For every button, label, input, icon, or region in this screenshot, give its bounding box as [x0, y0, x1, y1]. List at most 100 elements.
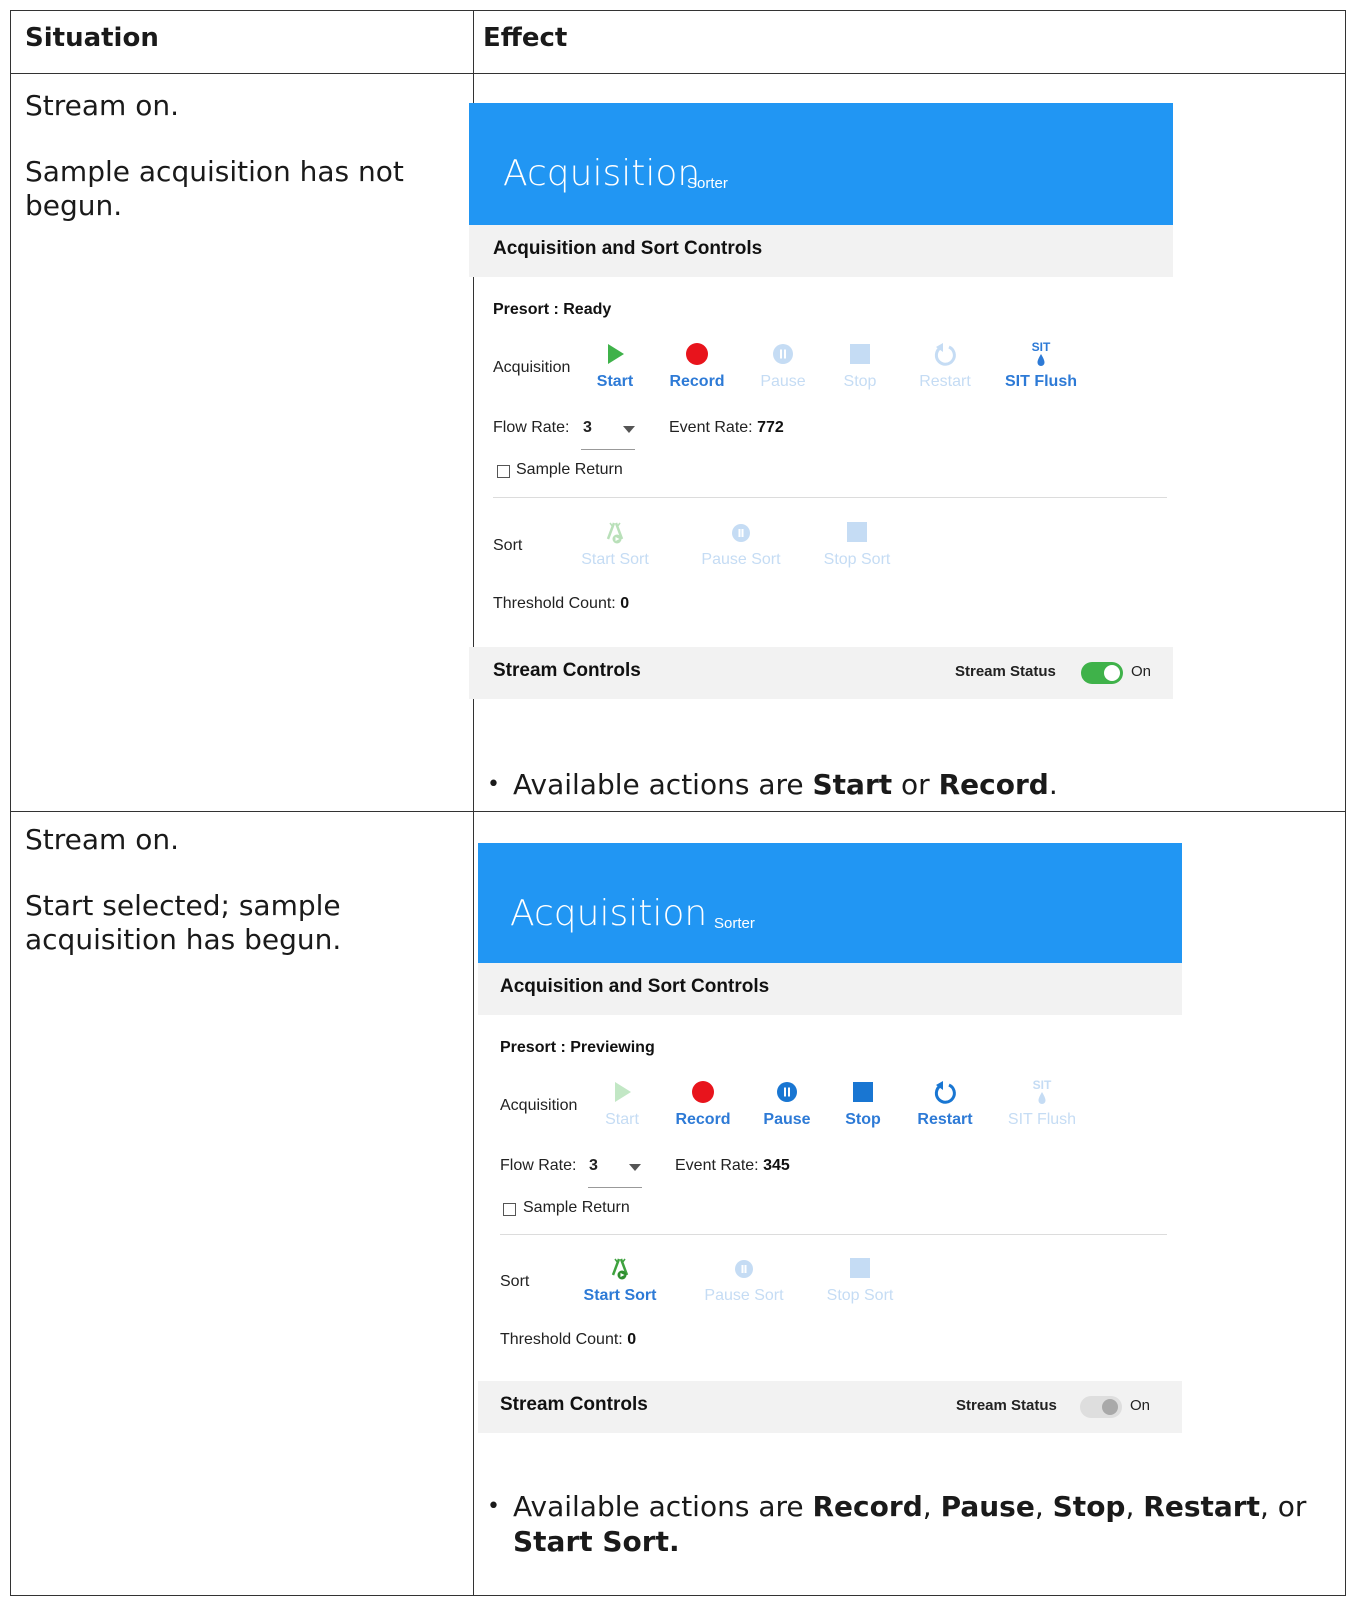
bullet-dot: •	[487, 772, 500, 797]
header-divider	[11, 73, 1345, 74]
restart-button[interactable]: Restart	[905, 1079, 985, 1129]
pause-sort-button[interactable]: Pause Sort	[702, 1255, 786, 1305]
stop-icon	[850, 1258, 870, 1278]
bullet-bold: Start	[812, 768, 893, 801]
dropdown-arrow-icon[interactable]	[623, 426, 635, 433]
stream-status-label: Stream Status	[956, 1397, 1057, 1414]
bullet-text: Available actions are Record, Pause, Sto…	[513, 1489, 1347, 1559]
banner-title: Acquisition	[510, 893, 708, 934]
situation-text: Stream on.	[25, 89, 179, 122]
restart-label: Restart	[917, 1111, 973, 1128]
bullet-end: .	[1048, 768, 1058, 801]
bullet-bold: Stop	[1052, 1490, 1126, 1523]
bullet-dot: •	[487, 1494, 500, 1519]
stop-label: Stop	[845, 1111, 881, 1128]
start-button[interactable]: Start	[582, 1079, 662, 1129]
divider	[493, 497, 1167, 498]
sort-label: Sort	[493, 537, 523, 554]
stop-button[interactable]: Stop	[820, 341, 900, 391]
restart-icon	[934, 1081, 956, 1104]
bullet-prefix: Available actions are	[513, 1490, 813, 1523]
sit-flush-label: SIT Flush	[1007, 1111, 1077, 1128]
pause-button[interactable]: Pause	[743, 341, 823, 391]
stop-sort-button[interactable]: Stop Sort	[817, 519, 897, 569]
stop-sort-button[interactable]: Stop Sort	[820, 1255, 900, 1305]
situation-cell-2: Stream on. Start selected; sample acquis…	[25, 823, 425, 957]
restart-label: Restart	[919, 373, 971, 390]
start-label: Start	[596, 373, 634, 390]
stream-toggle[interactable]	[1081, 662, 1123, 684]
flow-rate-value[interactable]: 3	[583, 419, 592, 437]
bullet-prefix: Available actions are	[513, 768, 813, 801]
record-button[interactable]: Record	[657, 341, 737, 391]
threshold-label: Threshold Count:	[500, 1331, 623, 1348]
sit-flush-button[interactable]: SIT SIT Flush	[1001, 341, 1081, 391]
dropdown-arrow-icon[interactable]	[629, 1164, 641, 1171]
pause-sort-button[interactable]: Pause Sort	[699, 519, 783, 569]
divider	[500, 1234, 1167, 1235]
threshold-count: Threshold Count: 0	[500, 1331, 636, 1349]
sample-return-checkbox[interactable]	[497, 465, 510, 478]
acquisition-label: Acquisition	[500, 1097, 578, 1114]
bullet-text: Available actions are Start or Record.	[513, 767, 1347, 802]
presort-label: Presort :	[493, 301, 559, 318]
stop-sort-label: Stop Sort	[823, 551, 891, 568]
event-rate: Event Rate: 772	[669, 419, 784, 437]
bullet-bold: Pause	[940, 1490, 1035, 1523]
header-situation: Situation	[25, 23, 159, 53]
section-header-acq-sort: Acquisition and Sort Controls	[478, 963, 1182, 1015]
document-table: Situation Effect Stream on. Sample acqui…	[10, 10, 1346, 1596]
pause-icon	[735, 1260, 753, 1278]
pause-icon	[777, 1082, 797, 1102]
acquisition-panel: Acquisition Sorter Acquisition and Sort …	[478, 843, 1182, 1433]
event-rate-label: Event Rate:	[669, 419, 753, 436]
sit-drop-icon: SIT	[1033, 1079, 1052, 1104]
stop-sort-label: Stop Sort	[826, 1287, 894, 1304]
presort-status: Presort : Previewing	[500, 1039, 655, 1057]
sample-return-checkbox[interactable]	[503, 1203, 516, 1216]
restart-button[interactable]: Restart	[905, 341, 985, 391]
start-label: Start	[605, 1111, 639, 1128]
event-rate-value: 772	[757, 419, 784, 436]
acquisition-banner: Acquisition Sorter	[478, 843, 1182, 963]
flow-rate-value[interactable]: 3	[589, 1157, 598, 1175]
stream-status-value: On	[1130, 1397, 1151, 1414]
pause-sort-label: Pause Sort	[701, 551, 781, 568]
section-title: Acquisition and Sort Controls	[493, 238, 763, 259]
section-header-stream: Stream Controls Stream Status On	[478, 1381, 1182, 1433]
sort-nozzle-icon	[611, 1258, 629, 1280]
bullet-item: • Available actions are Start or Record.	[487, 767, 1347, 803]
event-rate: Event Rate: 345	[675, 1157, 790, 1175]
sit-icon-text: SIT	[1033, 1079, 1052, 1092]
pause-button[interactable]: Pause	[747, 1079, 827, 1129]
toggle-knob	[1104, 665, 1120, 681]
stop-button[interactable]: Stop	[823, 1079, 903, 1129]
threshold-value: 0	[627, 1331, 637, 1348]
pause-label: Pause	[763, 1111, 811, 1128]
situation-text: Start selected; sample acquisition has b…	[25, 889, 342, 956]
acquisition-panel: Acquisition Sorter Acquisition and Sort …	[469, 103, 1173, 699]
stop-label: Stop	[843, 373, 877, 390]
section-title: Acquisition and Sort Controls	[500, 976, 770, 997]
record-label: Record	[675, 1111, 731, 1128]
start-sort-button[interactable]: Start Sort	[580, 1255, 660, 1305]
pause-icon	[773, 344, 793, 364]
event-rate-value: 345	[763, 1157, 790, 1174]
start-sort-label: Start Sort	[581, 551, 649, 568]
sit-flush-button[interactable]: SIT SIT Flush	[1002, 1079, 1082, 1129]
acquisition-banner: Acquisition Sorter	[469, 103, 1173, 225]
stream-status-value: On	[1131, 663, 1152, 680]
start-sort-button[interactable]: Start Sort	[575, 519, 655, 569]
section-header-acq-sort: Acquisition and Sort Controls	[469, 225, 1173, 277]
start-button[interactable]: Start	[575, 341, 655, 391]
banner-subtitle: Sorter	[714, 915, 755, 932]
threshold-label: Threshold Count:	[493, 595, 616, 612]
bullet-sep: , or	[1260, 1490, 1307, 1523]
flow-rate-underline	[588, 1187, 642, 1188]
bullet-mid: or	[892, 768, 939, 801]
sort-nozzle-icon	[606, 522, 624, 544]
record-button[interactable]: Record	[663, 1079, 743, 1129]
banner-title: Acquisition	[503, 153, 701, 194]
bullet-bold: Record	[938, 768, 1049, 801]
stream-toggle[interactable]	[1080, 1396, 1122, 1418]
